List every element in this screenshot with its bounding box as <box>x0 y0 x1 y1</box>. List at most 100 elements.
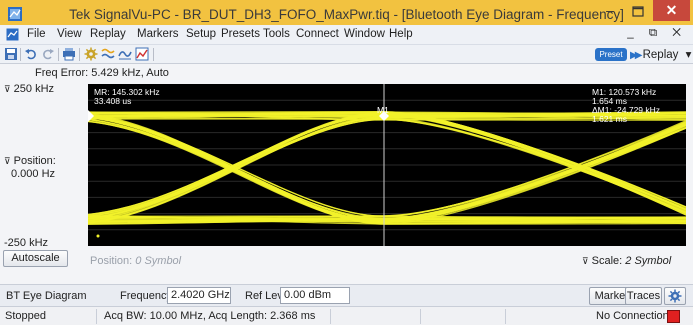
x-scale-value: 2 Symbol <box>625 255 672 267</box>
eye-trace <box>88 112 686 224</box>
eye-trace <box>88 117 686 220</box>
replay-button[interactable]: ▶▶ Replay ▾ <box>630 47 691 61</box>
maximize-icon <box>632 6 644 17</box>
menu-help[interactable]: Help <box>389 28 413 40</box>
eye-trace <box>88 114 686 217</box>
close-button[interactable]: ✕ <box>653 0 690 21</box>
eye-trace <box>88 115 686 225</box>
eye-trace <box>88 112 686 215</box>
eye-trace <box>88 124 686 221</box>
acquire-icon[interactable] <box>101 47 115 61</box>
document-window-controls[interactable]: _ ⧉ ✕ <box>627 27 687 40</box>
save-icon[interactable] <box>4 47 18 61</box>
display-settings-bar: BT Eye Diagram Frequency 2.4020 GHz Ref … <box>0 284 693 306</box>
eye-trace <box>88 116 686 221</box>
analysis-icon[interactable] <box>118 47 132 61</box>
status-bar: Stopped Acq BW: 10.00 MHz, Acq Length: 2… <box>0 306 693 325</box>
eye-trace <box>88 111 686 220</box>
y-position-value[interactable]: 0.000 Hz <box>11 168 55 180</box>
menu-setup[interactable]: Setup <box>186 28 216 40</box>
x-scale-label: Scale: <box>591 255 623 267</box>
menu-connect[interactable]: Connect <box>296 28 339 40</box>
eye-trace <box>88 113 686 225</box>
menu-window[interactable]: Window <box>344 28 385 40</box>
delta-marker-time: 1.621 ms <box>592 114 627 124</box>
connection-indicator-icon[interactable] <box>667 310 680 323</box>
eye-trace <box>88 112 686 222</box>
x-position-control[interactable]: Position: 0 Symbol <box>90 255 181 267</box>
eye-trace <box>88 111 686 211</box>
eye-trace <box>88 126 686 220</box>
menu-markers[interactable]: Markers <box>137 28 179 40</box>
eye-trace <box>88 114 686 224</box>
eye-trace <box>88 111 686 219</box>
y-axis-bottom-label[interactable]: -250 kHz <box>4 237 48 249</box>
settings-icon[interactable] <box>84 47 98 61</box>
eye-trace <box>88 114 686 216</box>
replay-label: Replay <box>642 49 679 61</box>
x-position-label: Position: <box>90 255 133 267</box>
eye-trace <box>88 123 686 221</box>
x-scale-control[interactable]: ⊽ Scale: 2 Symbol <box>582 255 671 267</box>
display-name: BT Eye Diagram <box>6 290 87 302</box>
eye-trace <box>88 120 686 220</box>
eye-trace <box>88 115 686 223</box>
eye-trace <box>88 113 686 218</box>
toolbar-separator <box>153 48 154 61</box>
autoscale-button[interactable]: Autoscale <box>3 250 68 267</box>
stray-point <box>96 234 100 238</box>
ref-level-label: Ref Lev <box>245 290 283 302</box>
eye-trace <box>88 114 686 224</box>
eye-trace <box>88 113 686 223</box>
minimize-button[interactable]: – <box>597 2 623 22</box>
maximize-button[interactable] <box>625 2 651 22</box>
eye-trace <box>88 117 686 217</box>
print-icon[interactable] <box>62 47 76 61</box>
toolbar: Preset ▶▶ Replay ▾ <box>0 45 693 64</box>
y-axis-top[interactable]: ⊽ 250 kHz <box>4 83 54 95</box>
mr-marker-time: 33.408 us <box>94 96 132 106</box>
eye-traces <box>88 111 686 225</box>
menu-tools[interactable]: Tools <box>263 28 290 40</box>
y-position-control[interactable]: ⊽ Position: <box>4 155 56 168</box>
menu-file[interactable]: File <box>27 28 46 40</box>
status-separator <box>505 309 506 324</box>
toolbar-separator <box>79 48 80 61</box>
eye-trace <box>88 111 686 220</box>
play-icon: ▶▶ <box>630 50 643 61</box>
chevron-down-icon: ⊽ <box>582 256 589 266</box>
eye-diagram-plot[interactable]: MR: 145.302 kHz 33.408 us M1 M1: 120.573… <box>88 84 686 246</box>
preset-button[interactable]: Preset <box>595 48 627 61</box>
settings-button[interactable] <box>664 287 686 305</box>
chevron-down-icon: ⊽ <box>4 156 11 166</box>
y-axis-top-label: 250 kHz <box>13 83 55 95</box>
connection-status: No Connection: <box>596 310 672 322</box>
m1-marker-tag[interactable]: M1 <box>377 106 389 115</box>
status-separator <box>420 309 421 324</box>
menu-view[interactable]: View <box>57 28 82 40</box>
redo-icon[interactable] <box>41 47 55 61</box>
ref-level-input[interactable]: 0.00 dBm <box>280 287 350 304</box>
traces-button[interactable]: Traces <box>625 287 662 305</box>
undo-icon[interactable] <box>24 47 38 61</box>
toolbar-separator <box>58 48 59 61</box>
eye-trace <box>88 115 686 223</box>
eye-trace <box>88 113 686 216</box>
chart-icon[interactable] <box>135 47 149 61</box>
frequency-input[interactable]: 2.4020 GHz <box>167 287 231 304</box>
menu-replay[interactable]: Replay <box>90 28 126 40</box>
menu-presets[interactable]: Presets <box>221 28 260 40</box>
eye-trace <box>88 114 686 223</box>
menu-bar: File View Replay Markers Setup Presets T… <box>0 25 693 45</box>
chevron-down-icon: ▾ <box>685 49 692 61</box>
gear-icon <box>668 289 682 303</box>
eye-trace <box>88 118 686 210</box>
eye-trace <box>88 113 686 222</box>
eye-trace <box>88 123 686 223</box>
status-separator <box>330 309 331 324</box>
document-icon[interactable] <box>6 28 19 41</box>
window-title: Tek SignalVu-PC - BR_DUT_DH3_FOFO_MaxPwr… <box>69 7 624 22</box>
eye-trace <box>88 116 686 225</box>
eye-trace <box>88 122 686 223</box>
eye-trace <box>88 111 686 224</box>
